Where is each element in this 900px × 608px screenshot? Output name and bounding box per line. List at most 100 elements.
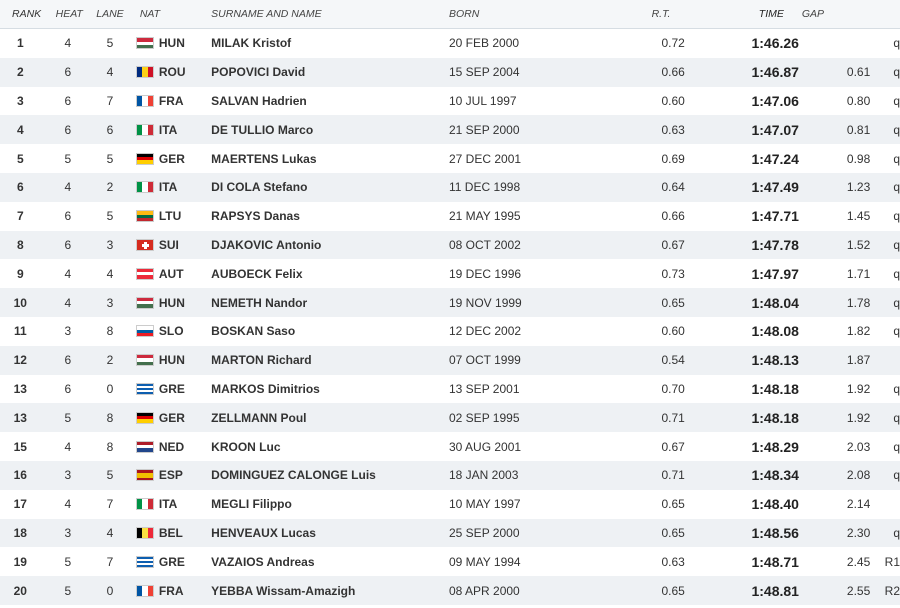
table-header: RANK HEAT LANE NAT SURNAME AND NAME BORN…: [0, 0, 900, 29]
nat-code: ITA: [158, 497, 178, 512]
athlete-name[interactable]: NEMETH Nandor: [211, 296, 449, 310]
athlete-name[interactable]: DE TULLIO Marco: [211, 123, 449, 137]
gap-cell: 1.92: [846, 381, 871, 396]
lane-cell: 8: [106, 410, 114, 425]
heat-cell: 5: [64, 151, 72, 166]
header-heat[interactable]: HEAT: [52, 8, 96, 20]
header-nat[interactable]: NAT: [140, 8, 211, 20]
athlete-name[interactable]: DOMINGUEZ CALONGE Luis: [211, 468, 449, 482]
qualification-cell: q: [893, 36, 900, 51]
nat-cell: HUN: [125, 36, 211, 50]
nat-cell: AUT: [125, 267, 211, 281]
heat-cell: 4: [64, 180, 72, 195]
born-cell: 25 SEP 2000: [449, 525, 520, 540]
time-cell: 1:46.87: [751, 64, 799, 81]
gap-cell: 1.92: [846, 410, 871, 425]
time-cell: 1:48.34: [751, 467, 799, 484]
header-gap[interactable]: GAP: [799, 8, 870, 20]
header-lane[interactable]: LANE: [95, 8, 140, 20]
table-row[interactable]: 4 6 6 ITA DE TULLIO Marco 21 SEP 2000 0.…: [0, 115, 900, 145]
header-name[interactable]: SURNAME AND NAME: [211, 8, 449, 20]
time-cell: 1:48.18: [751, 380, 799, 397]
nat-cell: ITA: [125, 497, 211, 511]
qualification-cell: q: [893, 180, 900, 195]
qualification-cell: q: [893, 381, 900, 396]
athlete-name[interactable]: ZELLMANN Poul: [211, 411, 449, 425]
table-row[interactable]: 12 6 2 HUN MARTON Richard 07 OCT 1999 0.…: [0, 345, 900, 375]
table-row[interactable]: 1 4 5 HUN MILAK Kristof 20 FEB 2000 0.72…: [0, 29, 900, 58]
rank-cell: 10: [13, 295, 27, 310]
table-row[interactable]: 13 5 8 GER ZELLMANN Poul 02 SEP 1995 0.7…: [0, 403, 900, 433]
table-row[interactable]: 2 6 4 ROU POPOVICI David 15 SEP 2004 0.6…: [0, 57, 900, 87]
header-rank[interactable]: RANK: [0, 8, 52, 20]
flag-bel-icon: [135, 526, 154, 539]
born-cell: 20 FEB 2000: [449, 36, 520, 51]
athlete-name[interactable]: KROON Luc: [211, 440, 449, 454]
table-row[interactable]: 19 5 7 GRE VAZAIOS Andreas 09 MAY 1994 0…: [0, 547, 900, 577]
athlete-name[interactable]: VAZAIOS Andreas: [211, 555, 449, 569]
header-reaction-time[interactable]: R.T.: [617, 8, 697, 20]
qualification-cell: q: [893, 468, 900, 483]
nat-cell: HUN: [125, 353, 211, 367]
heat-cell: 6: [64, 381, 72, 396]
reaction-time-cell: 0.63: [661, 554, 685, 569]
flag-slo-icon: [135, 325, 154, 338]
qualification-cell: q: [893, 439, 900, 454]
rank-cell: 12: [13, 353, 27, 368]
nat-code: GER: [158, 410, 185, 425]
table-row[interactable]: 15 4 8 NED KROON Luc 30 AUG 2001 0.67 1:…: [0, 432, 900, 461]
lane-cell: 7: [106, 554, 114, 569]
nat-code: SUI: [158, 237, 179, 252]
nat-code: FRA: [158, 93, 184, 108]
qualification-cell: q: [893, 237, 900, 252]
born-cell: 13 SEP 2001: [449, 381, 520, 396]
table-row[interactable]: 6 4 2 ITA DI COLA Stefano 11 DEC 1998 0.…: [0, 172, 900, 202]
flag-ger-icon: [135, 411, 154, 424]
lane-cell: 3: [106, 237, 114, 252]
rank-cell: 11: [13, 324, 27, 339]
time-cell: 1:47.07: [751, 121, 799, 138]
rank-cell: 7: [16, 209, 24, 224]
table-row[interactable]: 17 4 7 ITA MEGLI Filippo 10 MAY 1997 0.6…: [0, 489, 900, 519]
athlete-name[interactable]: DJAKOVIC Antonio: [211, 238, 449, 252]
reaction-time-cell: 0.69: [661, 151, 685, 166]
athlete-name[interactable]: SALVAN Hadrien: [211, 94, 449, 108]
rank-cell: 3: [16, 93, 24, 108]
table-row[interactable]: 20 5 0 FRA YEBBA Wissam-Amazigh 08 APR 2…: [0, 576, 900, 605]
athlete-name[interactable]: HENVEAUX Lucas: [211, 526, 449, 540]
athlete-name[interactable]: BOSKAN Saso: [211, 324, 449, 338]
table-row[interactable]: 13 6 0 GRE MARKOS Dimitrios 13 SEP 2001 …: [0, 374, 900, 404]
athlete-name[interactable]: POPOVICI David: [211, 65, 449, 79]
athlete-name[interactable]: MARKOS Dimitrios: [211, 382, 449, 396]
header-time[interactable]: TIME: [698, 8, 799, 20]
lane-cell: 6: [106, 122, 114, 137]
table-row[interactable]: 18 3 4 BEL HENVEAUX Lucas 25 SEP 2000 0.…: [0, 518, 900, 548]
table-row[interactable]: 10 4 3 HUN NEMETH Nandor 19 NOV 1999 0.6…: [0, 288, 900, 317]
table-row[interactable]: 8 6 3 SUI DJAKOVIC Antonio 08 OCT 2002 0…: [0, 230, 900, 260]
athlete-name[interactable]: MEGLI Filippo: [211, 497, 449, 511]
born-cell: 12 DEC 2002: [449, 324, 522, 339]
nat-cell: SLO: [125, 324, 211, 338]
born-cell: 19 DEC 1996: [449, 266, 522, 281]
header-born[interactable]: BORN: [449, 8, 617, 20]
table-row[interactable]: 16 3 5 ESP DOMINGUEZ CALONGE Luis 18 JAN…: [0, 460, 900, 490]
athlete-name[interactable]: YEBBA Wissam-Amazigh: [211, 584, 449, 598]
athlete-name[interactable]: AUBOECK Felix: [211, 267, 449, 281]
qualification-cell: q: [893, 151, 900, 166]
table-row[interactable]: 3 6 7 FRA SALVAN Hadrien 10 JUL 1997 0.6…: [0, 86, 900, 116]
table-row[interactable]: 7 6 5 LTU RAPSYS Danas 21 MAY 1995 0.66 …: [0, 201, 900, 231]
table-row[interactable]: 5 5 5 GER MAERTENS Lukas 27 DEC 2001 0.6…: [0, 144, 900, 173]
athlete-name[interactable]: RAPSYS Danas: [211, 209, 449, 223]
nat-code: GRE: [158, 554, 185, 569]
table-row[interactable]: 11 3 8 SLO BOSKAN Saso 12 DEC 2002 0.60 …: [0, 316, 900, 346]
athlete-name[interactable]: MILAK Kristof: [211, 36, 449, 50]
nat-cell: HUN: [125, 296, 211, 310]
nat-code: AUT: [158, 266, 184, 281]
athlete-name[interactable]: DI COLA Stefano: [211, 180, 449, 194]
table-row[interactable]: 9 4 4 AUT AUBOECK Felix 19 DEC 1996 0.73…: [0, 259, 900, 289]
reaction-time-cell: 0.60: [661, 324, 685, 339]
heat-cell: 6: [64, 209, 72, 224]
results-table: RANK HEAT LANE NAT SURNAME AND NAME BORN…: [0, 0, 900, 605]
athlete-name[interactable]: MARTON Richard: [211, 353, 449, 367]
athlete-name[interactable]: MAERTENS Lukas: [211, 152, 449, 166]
